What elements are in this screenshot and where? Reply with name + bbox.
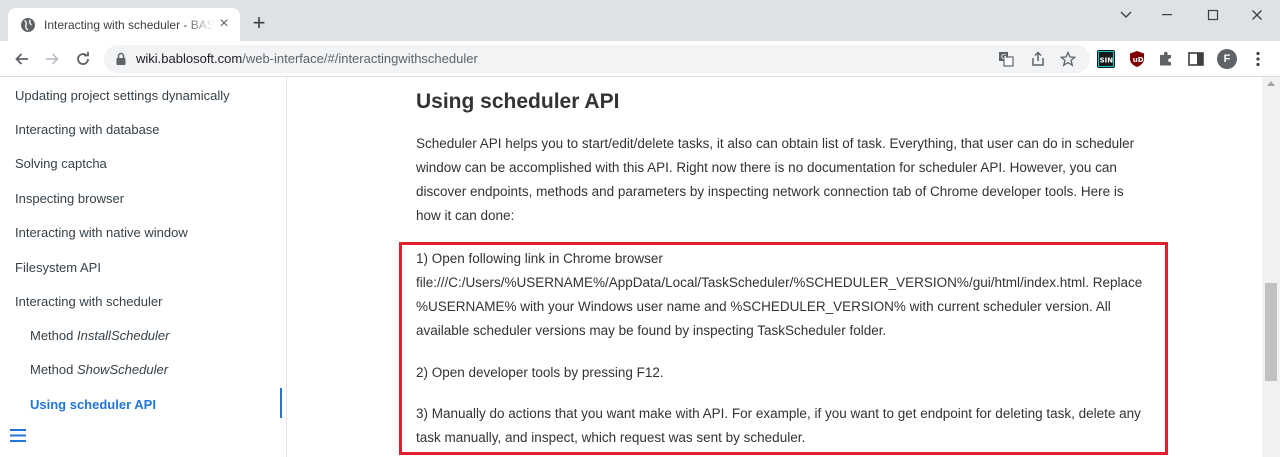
scroll-up-arrow-icon[interactable]: [1267, 81, 1275, 86]
page-scrollbar[interactable]: [1262, 77, 1280, 457]
puzzle-icon[interactable]: [1157, 50, 1175, 68]
arrow-right-icon: [46, 53, 59, 65]
step-3: 3) Manually do actions that you want mak…: [416, 406, 1141, 445]
sidebar-item-interacting-with-native-window[interactable]: Interacting with native window: [15, 225, 188, 241]
method-name: ShowScheduler: [76, 362, 169, 377]
minimize-icon[interactable]: [1144, 0, 1190, 30]
sidebar-item-inspecting-browser[interactable]: Inspecting browser: [15, 191, 124, 207]
step-2: 2) Open developer tools by pressing F12.: [416, 365, 664, 380]
step-1-body: file:///C:/Users/%USERNAME%/AppData/Loca…: [416, 275, 1143, 338]
tab-close-icon[interactable]: ×: [216, 16, 232, 32]
new-tab-button[interactable]: +: [248, 12, 270, 34]
translate-icon[interactable]: G: [997, 50, 1015, 68]
sidebar-subitem-install-scheduler[interactable]: Method InstallScheduler: [30, 328, 169, 344]
method-prefix: Method: [30, 328, 77, 343]
url-text: wiki.bablosoft.com/web-interface/#/inter…: [136, 51, 478, 67]
url-path: /web-interface/#/interactingwithschedule…: [242, 51, 478, 66]
intro-paragraph: Scheduler API helps you to start/edit/de…: [416, 136, 1135, 223]
sidebar-subitem-show-scheduler[interactable]: Method ShowScheduler: [30, 362, 168, 378]
forward-button[interactable]: [40, 47, 64, 71]
active-item-indicator: [280, 388, 282, 418]
reload-icon: [77, 51, 89, 65]
window-close-icon[interactable]: [1234, 0, 1280, 30]
docs-sidebar: Updating project settings dynamically In…: [0, 77, 287, 457]
tab-strip: Interacting with scheduler - BAS × +: [0, 0, 1280, 41]
svg-text:SIN: SIN: [1100, 57, 1114, 65]
tab-search-icon[interactable]: [1103, 0, 1149, 30]
bookmark-star-icon[interactable]: [1059, 50, 1077, 68]
kebab-menu-icon[interactable]: [1249, 50, 1267, 68]
sidebar-item-solving-captcha[interactable]: Solving captcha: [15, 156, 107, 172]
globe-icon: [21, 18, 35, 32]
scrollbar-thumb[interactable]: [1265, 283, 1277, 381]
page-title: Using scheduler API: [416, 90, 620, 113]
ublock-icon[interactable]: uD: [1128, 50, 1146, 68]
share-icon[interactable]: [1029, 50, 1047, 68]
profile-avatar[interactable]: F: [1217, 49, 1237, 69]
sidebar-subitem-using-scheduler-api[interactable]: Using scheduler API: [30, 397, 156, 413]
sidebar-item-filesystem-api[interactable]: Filesystem API: [15, 260, 101, 276]
address-bar[interactable]: wiki.bablosoft.com/web-interface/#/inter…: [104, 45, 1090, 73]
method-prefix: Method: [30, 362, 77, 377]
hamburger-menu-icon[interactable]: [10, 429, 26, 442]
svg-text:G: G: [1001, 53, 1006, 61]
reload-button[interactable]: [71, 47, 95, 71]
browser-toolbar: wiki.bablosoft.com/web-interface/#/inter…: [0, 41, 1280, 77]
lock-icon[interactable]: [114, 52, 128, 66]
article-content: Using scheduler API Scheduler API helps …: [288, 77, 1262, 457]
sin-extension-icon[interactable]: SIN: [1097, 50, 1115, 68]
url-host: wiki.bablosoft.com: [136, 51, 243, 66]
sidebar-item-updating-project-settings[interactable]: Updating project settings dynamically: [15, 88, 230, 104]
back-button[interactable]: [10, 47, 34, 71]
svg-text:uD: uD: [1133, 56, 1144, 64]
side-panel-icon[interactable]: [1187, 50, 1205, 68]
sidebar-item-interacting-with-database[interactable]: Interacting with database: [15, 122, 160, 138]
sidebar-item-interacting-with-scheduler[interactable]: Interacting with scheduler: [15, 294, 162, 310]
step-1-title: 1) Open following link in Chrome browser: [416, 251, 663, 266]
browser-tab[interactable]: Interacting with scheduler - BAS ×: [8, 8, 240, 41]
tab-title: Interacting with scheduler - BAS: [44, 18, 214, 32]
maximize-icon[interactable]: [1190, 0, 1236, 30]
arrow-left-icon: [15, 53, 28, 65]
method-name: InstallScheduler: [76, 328, 170, 343]
